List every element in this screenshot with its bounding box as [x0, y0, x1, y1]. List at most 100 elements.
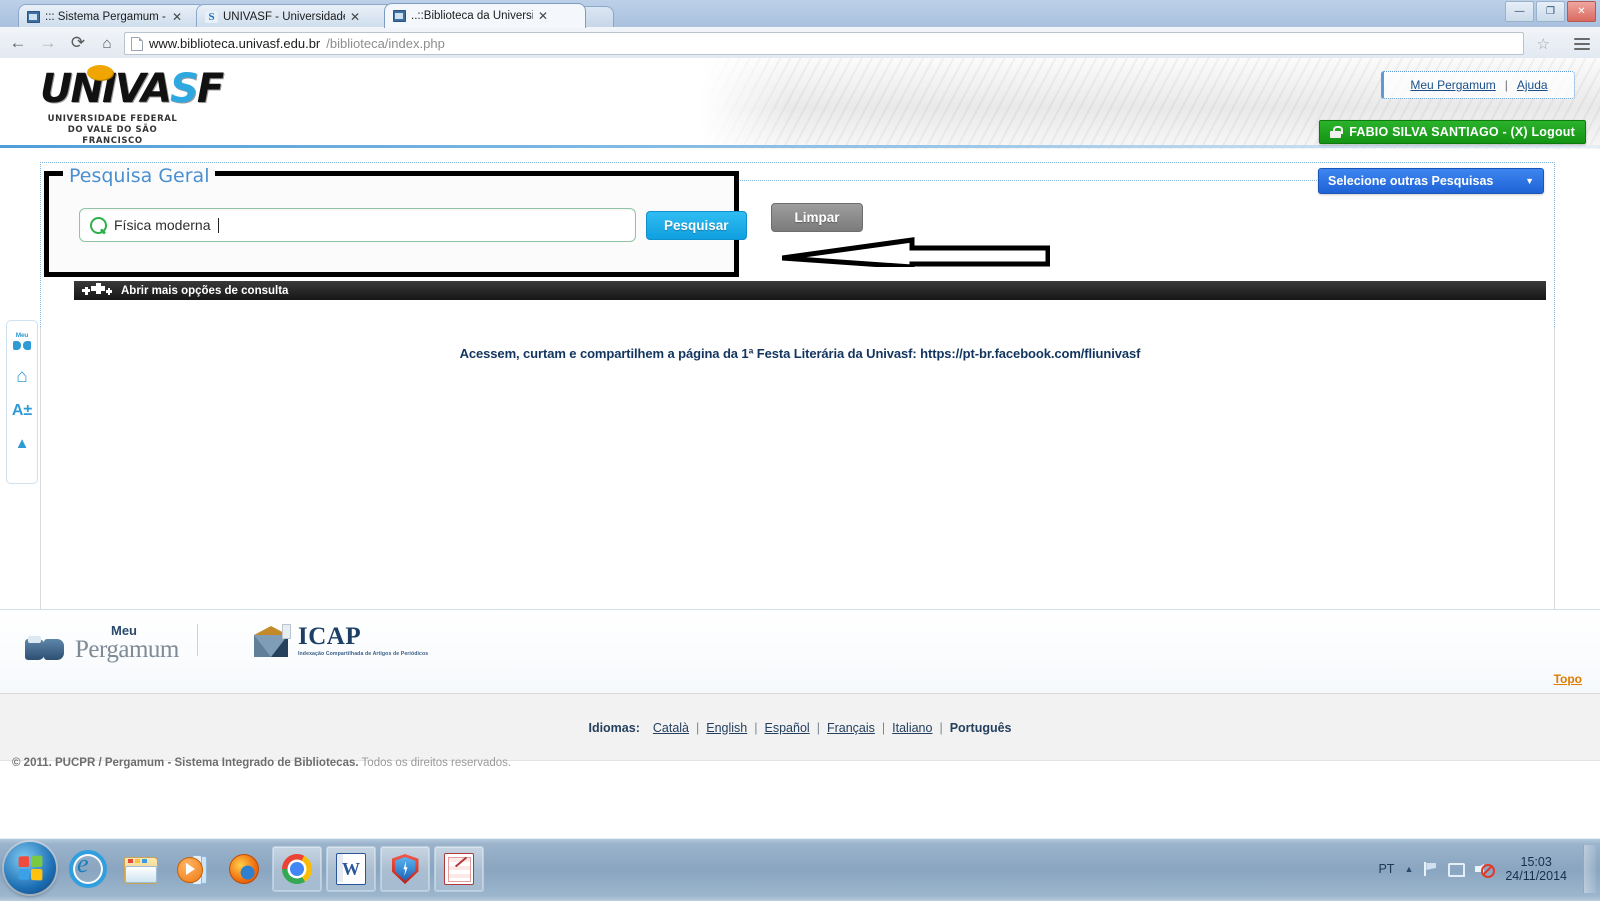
footer-divider — [197, 624, 198, 656]
scroll-up-icon[interactable]: ▲ — [11, 436, 33, 451]
logo-dot-accent — [87, 65, 113, 80]
lang-separator: | — [881, 720, 886, 735]
language-francais[interactable]: Français — [827, 721, 875, 735]
browser-navbar: ← → ⟳ ⌂ www.biblioteca.univasf.edu.br/bi… — [0, 27, 1600, 59]
browser-tab-label: UNIVASF - Universidade F — [223, 10, 345, 23]
pergamum-favicon-icon — [393, 10, 406, 22]
logged-user-bar[interactable]: FABIO SILVA SANTIAGO - (X) Logout — [1319, 120, 1586, 144]
start-button[interactable] — [4, 842, 56, 894]
back-button[interactable]: ← — [6, 31, 30, 55]
univasf-favicon-icon: S — [205, 10, 218, 23]
language-portugues-current[interactable]: Português — [950, 721, 1012, 735]
other-searches-dropdown[interactable]: Selecione outras Pesquisas ▼ — [1318, 168, 1544, 194]
icap-cube-icon — [252, 624, 292, 662]
language-english[interactable]: English — [706, 721, 747, 735]
volume-muted-icon[interactable] — [1475, 861, 1496, 878]
address-bar[interactable]: www.biblioteca.univasf.edu.br/biblioteca… — [124, 32, 1524, 55]
lock-icon — [1330, 126, 1343, 138]
pergamum-favicon-icon — [27, 10, 40, 23]
meu-pergamum-link[interactable]: Meu Pergamum — [1410, 78, 1495, 92]
taskbar-media-player[interactable] — [168, 847, 216, 891]
window-controls: — ❐ ✕ — [1505, 1, 1596, 22]
system-tray: PT ▲ 15:03 24/11/2014 — [1378, 845, 1600, 893]
url-path: /biblioteca/index.php — [326, 36, 445, 51]
page-viewport: UNIVASF UNIVERSIDADE FEDERAL DO VALE DO … — [0, 58, 1600, 838]
chevron-down-icon: ▼ — [1525, 176, 1534, 186]
home-icon[interactable]: ⌂ — [11, 367, 33, 386]
meu-pergamum-icon[interactable]: Meu — [11, 332, 33, 350]
close-icon[interactable]: ✕ — [350, 11, 360, 23]
copyright-rest: Todos os direitos reservados. — [358, 757, 512, 769]
maximize-button[interactable]: ❐ — [1536, 1, 1565, 22]
language-catala[interactable]: Català — [653, 721, 689, 735]
ajuda-link[interactable]: Ajuda — [1517, 78, 1548, 92]
browser-tab-label: ..::Biblioteca da Universida — [411, 10, 533, 22]
meu-pergamum-wordmark: Meu Pergamum — [75, 624, 179, 662]
taskbar-firefox[interactable] — [220, 847, 268, 891]
language-bar: Idiomas: Català | English | Español | Fr… — [0, 693, 1600, 761]
action-center-flag-icon[interactable] — [1423, 862, 1438, 876]
forward-button[interactable]: → — [36, 31, 60, 55]
home-button[interactable]: ⌂ — [95, 31, 119, 55]
show-desktop-button[interactable] — [1583, 845, 1596, 893]
language-espanol[interactable]: Español — [765, 721, 810, 735]
search-input[interactable]: Física moderna — [79, 208, 636, 242]
language-italiano[interactable]: Italiano — [892, 721, 932, 735]
font-size-icon[interactable]: A± — [11, 402, 33, 419]
browser-tab-2[interactable]: S UNIVASF - Universidade F ✕ — [196, 4, 394, 28]
icap-wordmark: ICAP Indexação Compartilhada de Artigos … — [298, 624, 428, 657]
lang-separator: | — [696, 720, 700, 735]
url-host: www.biblioteca.univasf.edu.br — [149, 36, 321, 51]
security-shield-icon — [391, 854, 419, 884]
word-icon: W — [336, 853, 366, 885]
taskbar-internet-explorer[interactable] — [64, 847, 112, 891]
reload-button[interactable]: ⟳ — [66, 31, 90, 55]
site-header: UNIVASF UNIVERSIDADE FEDERAL DO VALE DO … — [0, 58, 1600, 149]
taskbar-image-editor[interactable] — [434, 846, 484, 892]
more-options-label: Abrir mais opções de consulta — [121, 284, 289, 297]
logo-subtitle-line1: UNIVERSIDADE FEDERAL — [47, 114, 178, 124]
search-button[interactable]: Pesquisar — [646, 210, 747, 240]
minimize-button[interactable]: — — [1505, 1, 1534, 22]
meu-pergamum-logo: Meu Pergamum — [25, 624, 179, 662]
topo-link[interactable]: Topo — [1554, 672, 1582, 686]
logo-subtitle-line2: DO VALE DO SÃO FRANCISCO — [67, 125, 158, 146]
univasf-logo: UNIVASF UNIVERSIDADE FEDERAL DO VALE DO … — [40, 64, 224, 147]
univasf-logo-mark: UNIVASF — [40, 64, 224, 114]
close-icon[interactable]: ✕ — [538, 10, 548, 22]
icap-name: ICAP — [298, 623, 362, 650]
chrome-icon — [282, 854, 312, 884]
browser-menu-icon[interactable] — [1574, 35, 1590, 53]
network-icon[interactable] — [1448, 862, 1466, 877]
search-row: Física moderna Pesquisar — [79, 208, 747, 242]
plus-icons — [82, 283, 112, 298]
close-icon[interactable]: ✕ — [172, 11, 182, 23]
copyright-bold: © 2011. PUCPR / Pergamum - Sistema Integ… — [12, 757, 359, 769]
browser-tab-3-active[interactable]: ..::Biblioteca da Universida ✕ — [384, 3, 586, 28]
browser-tab-1[interactable]: ::: Sistema Pergamum - Lo ✕ — [18, 4, 206, 28]
show-hidden-icons-chevron-icon[interactable]: ▲ — [1404, 864, 1413, 874]
taskbar-word[interactable]: W — [326, 846, 376, 892]
more-options-bar[interactable]: Abrir mais opções de consulta — [74, 281, 1546, 300]
lang-separator: | — [939, 720, 943, 735]
lang-separator: | — [754, 720, 758, 735]
windows-media-player-icon — [177, 855, 207, 885]
logo-text-s: S — [170, 66, 199, 112]
taskbar-chrome[interactable] — [272, 846, 322, 892]
taskbar-file-explorer[interactable] — [116, 847, 164, 891]
close-window-button[interactable]: ✕ — [1567, 1, 1596, 22]
other-searches-label: Selecione outras Pesquisas — [1328, 174, 1494, 188]
clear-button[interactable]: Limpar — [771, 203, 863, 232]
annotation-arrow — [782, 236, 1050, 267]
browser-chrome: ::: Sistema Pergamum - Lo ✕ S UNIVASF - … — [0, 0, 1600, 59]
file-explorer-icon — [124, 856, 158, 884]
screen: ::: Sistema Pergamum - Lo ✕ S UNIVASF - … — [0, 0, 1600, 901]
bookmark-star-icon[interactable]: ☆ — [1537, 35, 1550, 53]
input-language-indicator[interactable]: PT — [1378, 862, 1394, 876]
taskbar-security[interactable] — [380, 846, 430, 892]
search-icon — [90, 216, 107, 234]
clock[interactable]: 15:03 24/11/2014 — [1505, 855, 1567, 883]
announcement-text: Acessem, curtam e compartilhem a página … — [459, 346, 1141, 361]
firefox-icon — [229, 854, 259, 884]
meu-pergamum-name: Pergamum — [75, 636, 179, 663]
